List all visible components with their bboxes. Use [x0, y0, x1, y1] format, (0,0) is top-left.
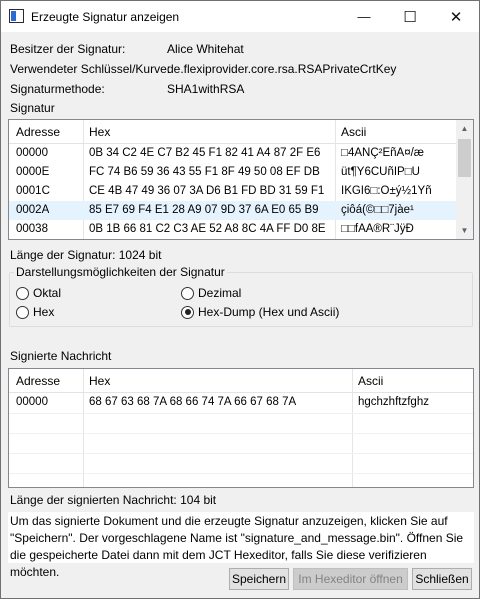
close-window-button[interactable]: ✕ — [433, 1, 479, 32]
minimize-icon: — — [357, 9, 371, 24]
table-row[interactable]: 0000E FC 74 B6 59 36 43 55 F1 8F 49 50 08… — [9, 163, 456, 182]
key-value: de.flexiprovider.core.rsa.RSAPrivateCrtK… — [167, 62, 397, 76]
cell-address: 0002A — [16, 204, 50, 216]
signature-section-label: Signatur — [10, 101, 55, 115]
radio-hex-circle[interactable] — [16, 305, 29, 319]
cell-address: 00038 — [16, 223, 48, 235]
minimize-button[interactable]: — — [341, 1, 387, 32]
close-button[interactable]: Schließen — [412, 568, 472, 590]
table-row[interactable]: 00000 68 67 63 68 7A 68 66 74 7A 66 67 68… — [9, 393, 473, 413]
scroll-up-icon[interactable]: ▲ — [456, 120, 473, 137]
cell-hex: 0B 34 C2 4E C7 B2 45 F1 82 41 A4 87 2F E… — [89, 147, 321, 159]
title-bar[interactable]: Erzeugte Signatur anzeigen — ☐ ✕ — [1, 1, 479, 32]
method-label: Signaturmethode: — [10, 82, 105, 96]
hint-text: Um das signierte Dokument und die erzeug… — [8, 512, 474, 579]
close-icon: ✕ — [449, 8, 463, 26]
message-table[interactable]: Adresse Hex Ascii 00000 68 67 63 68 7A 68… — [8, 368, 474, 488]
cell-ascii: □4ÂNÇ²EñA¤/æ — [341, 147, 425, 159]
cell-ascii: çiôá(©□□7jàe¹ — [341, 204, 414, 216]
window-title: Erzeugte Signatur anzeigen — [31, 10, 180, 24]
radio-dezimal[interactable]: Dezimal — [181, 286, 241, 300]
radio-oktal-label: Oktal — [33, 286, 62, 300]
owner-label: Besitzer der Signatur: — [10, 42, 126, 56]
row-divider — [9, 453, 473, 454]
scroll-down-icon[interactable]: ▼ — [456, 222, 473, 239]
cell-hex: FC 74 B6 59 36 43 55 F1 8F 49 50 08 EF D… — [89, 166, 320, 178]
scrollbar-thumb[interactable] — [458, 139, 471, 177]
radio-hexdump-circle[interactable] — [181, 305, 194, 319]
display-options-title: Darstellungsmöglichkeiten der Signatur — [14, 265, 227, 279]
cell-ascii: üt¶Y6CUñIP□Û — [341, 166, 420, 178]
signature-scrollbar[interactable]: ▲ ▼ — [456, 120, 473, 239]
column-header-adresse[interactable]: Adresse — [16, 374, 60, 388]
cell-ascii: hgchzhftzfghz — [358, 396, 429, 408]
radio-hexdump[interactable]: Hex-Dump (Hex und Ascii) — [181, 305, 339, 319]
table-row[interactable]: 00000 0B 34 C2 4E C7 B2 45 F1 82 41 A4 87… — [9, 144, 456, 163]
save-button[interactable]: Speichern — [229, 568, 289, 590]
signature-length-label: Länge der Signatur: 1024 bit — [10, 248, 162, 262]
radio-dezimal-circle[interactable] — [181, 286, 194, 300]
cell-ascii: □□fÂÃ®R¨JÿÐ — [341, 223, 414, 235]
table-row[interactable]: 0002A 85 E7 69 F4 E1 28 A9 07 9D 37 6A E0… — [9, 201, 456, 220]
column-divider — [352, 369, 353, 487]
method-value: SHA1withRSA — [167, 82, 245, 96]
app-window-icon — [9, 9, 24, 23]
row-divider — [9, 413, 473, 414]
cell-address: 0000E — [16, 166, 50, 178]
row-divider — [9, 433, 473, 434]
cell-hex: 0B 1B 66 81 C2 C3 AE 52 A8 8C 4A FF D0 8… — [89, 223, 326, 235]
cell-hex: 85 E7 69 F4 E1 28 A9 07 9D 37 6A E0 65 B… — [89, 204, 319, 216]
column-header-ascii[interactable]: Ascii — [358, 374, 383, 388]
cell-hex: 68 67 63 68 7A 68 66 74 7A 66 67 68 7A — [89, 396, 297, 408]
radio-oktal[interactable]: Oktal — [16, 286, 61, 300]
owner-value: Alice Whitehat — [167, 42, 244, 56]
maximize-button[interactable]: ☐ — [387, 1, 433, 32]
row-divider — [9, 473, 473, 474]
column-header-hex[interactable]: Hex — [89, 374, 110, 388]
cell-address: 0001C — [16, 185, 50, 197]
key-label: Verwendeter Schlüssel/Kurve: — [10, 62, 171, 76]
column-header-adresse[interactable]: Adresse — [16, 125, 60, 139]
signature-table[interactable]: Adresse Hex Ascii 00000 0B 34 C2 4E C7 B2… — [8, 119, 474, 240]
message-length-label: Länge der signierten Nachricht: 104 bit — [10, 493, 217, 507]
column-divider — [83, 369, 84, 487]
maximize-icon: ☐ — [403, 8, 417, 26]
cell-address: 00000 — [16, 396, 48, 408]
column-header-hex[interactable]: Hex — [89, 125, 110, 139]
radio-hex-label: Hex — [33, 305, 55, 319]
table-row[interactable]: 00038 0B 1B 66 81 C2 C3 AE 52 A8 8C 4A FF… — [9, 220, 456, 239]
message-table-header: Adresse Hex Ascii — [9, 369, 473, 393]
column-header-ascii[interactable]: Ascii — [341, 125, 366, 139]
message-section-label: Signierte Nachricht — [10, 349, 112, 363]
radio-hex[interactable]: Hex — [16, 305, 54, 319]
radio-dezimal-label: Dezimal — [198, 286, 242, 300]
table-row[interactable]: 0001C CE 4B 47 49 36 07 3A D6 B1 FD BD 31… — [9, 182, 456, 201]
radio-oktal-circle[interactable] — [16, 286, 29, 300]
cell-ascii: ÎKGI6□:Ö±ý½1Yñ — [341, 185, 432, 197]
radio-hexdump-label: Hex-Dump (Hex und Ascii) — [198, 305, 340, 319]
cell-address: 00000 — [16, 147, 48, 159]
dialog-window: Erzeugte Signatur anzeigen — ☐ ✕ Besitze… — [0, 0, 480, 599]
cell-hex: CE 4B 47 49 36 07 3A D6 B1 FD BD 31 59 F… — [89, 185, 325, 197]
open-hexeditor-button[interactable]: Im Hexeditor öffnen — [293, 568, 408, 590]
signature-table-header: Adresse Hex Ascii — [9, 120, 473, 144]
